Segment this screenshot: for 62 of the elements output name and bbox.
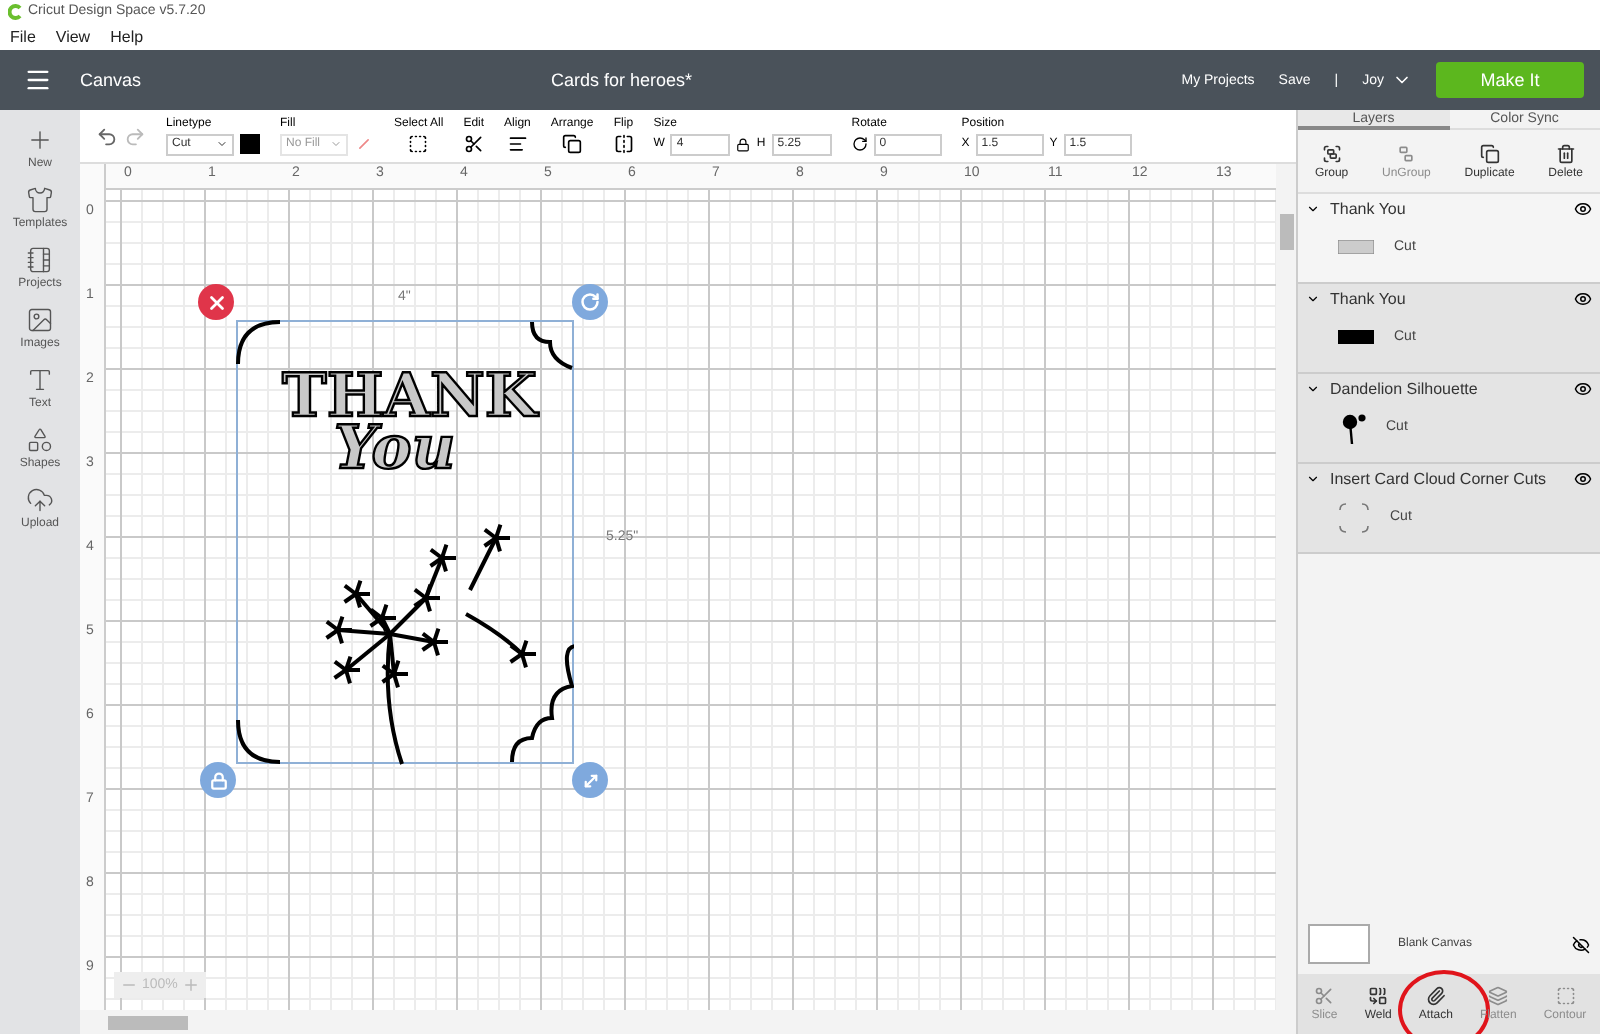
cloud-corner [530,321,573,370]
flower-thumbnail [1338,411,1366,443]
delete-icon [1555,143,1576,163]
horizontal-scrollbar[interactable] [80,1010,1276,1034]
layer-name: Insert Card Cloud Corner Cuts [1330,470,1549,488]
lock-icon[interactable] [736,137,751,151]
rotate-handle-icon[interactable] [572,284,608,320]
duplicate-icon [1479,143,1500,163]
corner-arc [236,320,281,365]
upload-icon [26,486,54,514]
corner-arcs-thumbnail [1338,501,1370,533]
resize-handle-icon[interactable] [572,762,608,798]
attach-icon [1425,986,1446,1006]
undo-icon[interactable] [96,125,118,147]
text-icon [26,366,54,394]
select-all-icon[interactable] [408,134,429,154]
contour-icon [1555,986,1575,1006]
ungroup-icon [1396,143,1417,163]
color-swatch[interactable] [240,134,260,154]
app-logo-icon [8,3,22,19]
section-title: Canvas [80,70,142,90]
menu-item[interactable]: Help [110,27,144,45]
visibility-icon[interactable] [1574,200,1592,218]
shirt-icon [26,186,54,214]
visibility-icon[interactable] [1574,470,1592,488]
project-title: Cards for heroes* [551,70,693,90]
corner-arc [236,719,281,764]
shapes-icon [26,426,54,454]
layer-name: Thank You [1330,200,1408,218]
rotate-icon [851,136,868,152]
new-icon [26,126,54,154]
group-icon [1321,143,1342,163]
collapse-icon[interactable] [1306,202,1320,216]
menu-item[interactable]: View [55,27,91,45]
caret-icon [330,138,342,150]
text-silhouette-thumbnail [1338,330,1374,344]
vertical-scrollbar[interactable] [1276,164,1296,1034]
caret-icon [216,138,228,150]
collapse-icon[interactable] [1306,292,1320,306]
lock-handle-icon[interactable] [200,762,236,798]
close-icon[interactable] [198,284,234,320]
visibility-icon[interactable] [1574,290,1592,308]
cloud-corner [510,644,574,763]
arrange-icon[interactable] [562,134,583,154]
menu-icon[interactable] [24,66,52,94]
menu-item[interactable]: File [10,27,36,45]
notebook-icon [26,246,54,274]
layer-name: Dandelion Silhouette [1330,380,1480,398]
flip-icon[interactable] [613,134,634,154]
edit-icon[interactable] [463,134,484,154]
collapse-icon[interactable] [1306,472,1320,486]
image-icon [26,306,54,334]
collapse-icon[interactable] [1306,382,1320,396]
text-outline-thumbnail [1338,240,1374,254]
hidden-icon[interactable] [1572,935,1590,953]
layer-name: Thank You [1330,290,1408,308]
align-icon[interactable] [507,134,528,154]
slice-icon [1314,986,1335,1006]
blank-canvas-swatch[interactable] [1308,924,1370,964]
flatten-icon [1488,986,1509,1006]
weld-icon [1368,986,1389,1006]
visibility-icon[interactable] [1574,380,1592,398]
